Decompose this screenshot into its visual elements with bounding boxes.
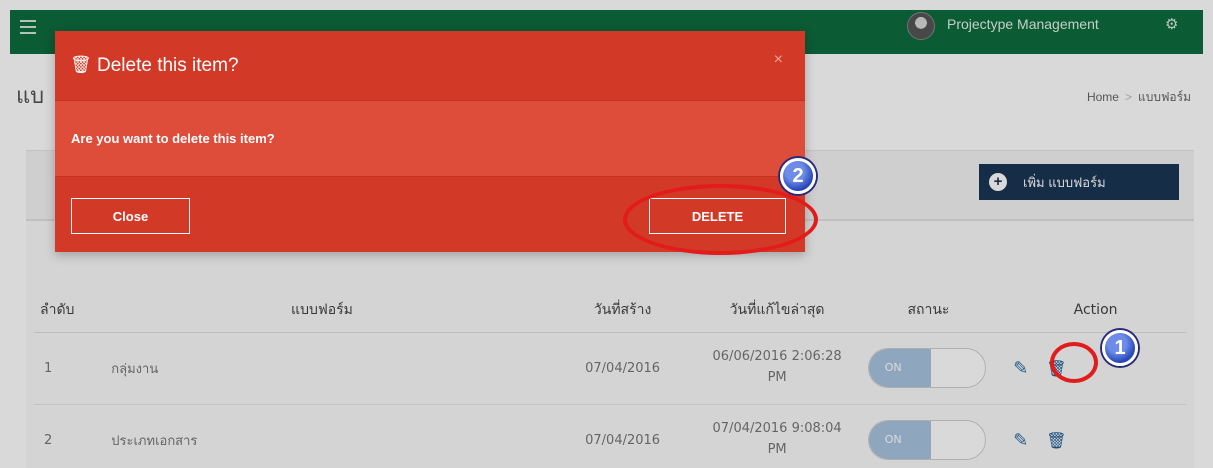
- close-button[interactable]: Close: [71, 198, 190, 234]
- modal-message: Are you want to delete this item?: [55, 101, 805, 176]
- modal-title: Delete this item?: [97, 55, 239, 76]
- highlight-ring-trash: [1050, 342, 1098, 383]
- highlight-ring-delete: [623, 184, 818, 255]
- close-icon[interactable]: ×: [774, 51, 783, 69]
- trash-icon: 🗑: [70, 55, 92, 74]
- step-marker-1: 1: [1102, 330, 1138, 366]
- modal-header: 🗑 Delete this item? ×: [55, 31, 805, 101]
- step-marker-2: 2: [780, 158, 816, 194]
